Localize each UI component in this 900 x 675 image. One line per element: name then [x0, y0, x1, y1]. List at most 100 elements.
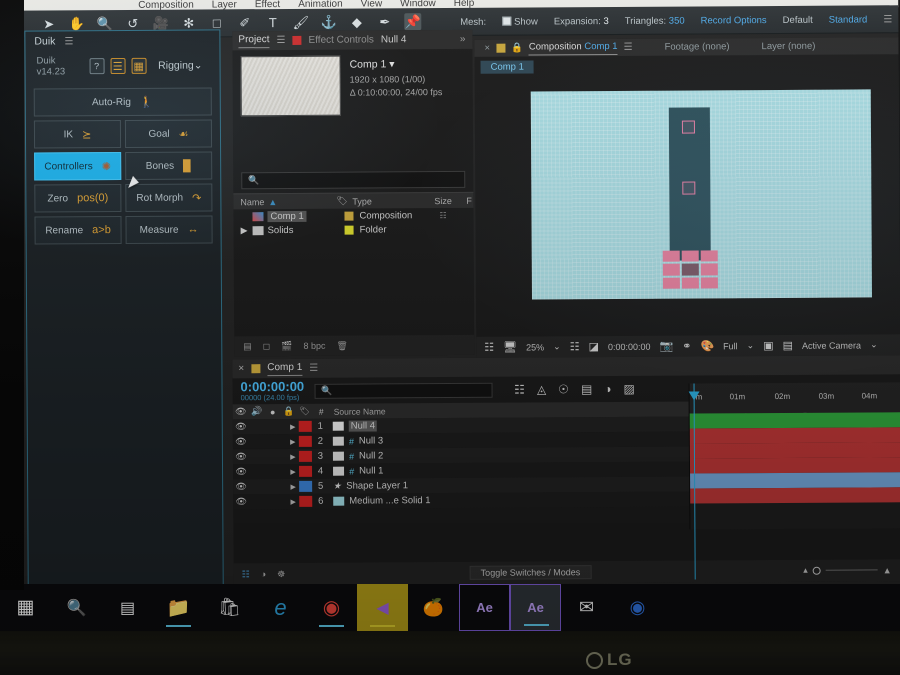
duik-rename-button[interactable]: Rename a>b — [34, 216, 122, 245]
project-row-comp1[interactable]: Comp 1 Composition ☷ — [233, 208, 473, 223]
chrome-icon[interactable]: ◉ — [306, 584, 357, 631]
transparency-grid-icon[interactable]: ▣ — [763, 339, 773, 352]
duik-rotmorph-button[interactable]: Rot Morph ↷ — [125, 183, 213, 212]
close-tab-icon[interactable]: × — [484, 43, 490, 54]
monitor-icon[interactable]: 🖥 — [503, 341, 517, 354]
channel-icon[interactable]: 🎨 — [700, 339, 714, 352]
graph-editor-icon[interactable]: ▨ — [623, 382, 634, 396]
duik-ik-button[interactable]: IK ⪰ — [33, 120, 122, 149]
layer-name[interactable]: Null 3 — [359, 435, 383, 446]
tab-effect-controls[interactable]: Effect Controls — [308, 34, 373, 45]
camera-view-value[interactable]: Active Camera — [802, 340, 861, 350]
layer-label-color[interactable] — [299, 465, 313, 477]
duik-autorig-button[interactable]: Auto-Rig 🚶 — [33, 87, 212, 117]
layer-visibility-toggle[interactable]: 👁 — [233, 481, 249, 492]
file-explorer-icon[interactable]: 📁 — [153, 584, 204, 631]
show-mesh-checkbox[interactable]: Show — [502, 16, 538, 27]
after-effects-icon[interactable]: Ae — [459, 584, 510, 631]
zoom-slider-track[interactable] — [825, 569, 878, 571]
project-search-input[interactable]: 🔍 — [241, 170, 466, 190]
expand-layer-arrow[interactable]: ▶ — [287, 437, 299, 445]
chevron-down-icon[interactable]: ⌄ — [553, 341, 561, 352]
layer-name[interactable]: Null 2 — [359, 450, 383, 461]
layer-visibility-toggle[interactable]: 👁 — [233, 496, 249, 507]
task-view-icon[interactable]: ▤ — [102, 584, 153, 631]
puppet-pin-tool-icon[interactable]: ✒ — [376, 13, 393, 30]
column-name[interactable]: Name ▲ — [233, 196, 329, 207]
column-size[interactable]: Size — [427, 195, 459, 205]
shape-layer-rectangle[interactable] — [668, 107, 711, 261]
show-snapshot-icon[interactable]: ⚭ — [682, 340, 691, 353]
close-tab-icon[interactable]: × — [238, 363, 244, 374]
layer-bar-6[interactable] — [690, 487, 900, 504]
composition-mini-flowchart-icon[interactable]: ☷ — [514, 383, 525, 397]
toggle-switches-modes-button[interactable]: Toggle Switches / Modes — [469, 565, 592, 580]
column-type[interactable]: Type — [345, 196, 427, 207]
layer-label-color[interactable] — [299, 480, 313, 492]
zoom-out-icon[interactable]: ▴ — [803, 565, 808, 576]
3d-view-icon[interactable]: ▤ — [783, 339, 793, 352]
timeline-ruler[interactable]: m 01m 02m 03m 04m — [688, 382, 900, 580]
eraser-tool-icon[interactable]: ◆ — [348, 14, 365, 31]
layer-bar-5[interactable] — [690, 472, 900, 489]
grid-guides-icon[interactable]: ☷ — [570, 340, 580, 353]
workspace-menu-icon[interactable]: ☰ — [883, 14, 892, 25]
expand-layer-arrow[interactable]: ▶ — [287, 467, 299, 475]
composition-menu-icon[interactable]: ☰ — [624, 42, 633, 53]
chevron-down-icon[interactable]: ⌄ — [747, 340, 755, 351]
layer-visibility-toggle[interactable]: 👁 — [233, 466, 249, 477]
tab-project[interactable]: Project — [238, 33, 270, 48]
layer-bar-4[interactable] — [689, 457, 900, 474]
duik-mode-dropdown[interactable]: Rigging ⌄ — [158, 59, 210, 72]
layer-bar-2[interactable] — [689, 427, 900, 444]
mail-icon[interactable]: ✉ — [561, 584, 612, 631]
column-f[interactable]: F — [459, 195, 472, 205]
hide-shy-layers-icon[interactable]: ☉ — [558, 382, 569, 396]
current-time-value[interactable]: 0:00:00:00 — [608, 341, 651, 351]
duik-goal-button[interactable]: Goal ☙ — [124, 119, 213, 148]
tab-timeline-comp1[interactable]: Comp 1 — [267, 361, 303, 376]
null-controller-middle[interactable] — [682, 181, 696, 195]
media-player-icon[interactable]: ◀ — [357, 584, 408, 631]
expand-layer-arrow[interactable]: ▶ — [287, 422, 299, 430]
brush-tool-icon[interactable]: 🖌 — [292, 14, 309, 31]
duik-controllers-button[interactable]: Controllers ✺ — [34, 152, 122, 181]
bit-depth-label[interactable]: 8 bpc — [303, 341, 325, 351]
layer-label-color[interactable] — [298, 420, 312, 432]
clone-stamp-tool-icon[interactable]: ⚓ — [320, 14, 337, 31]
duik-grid-view-icon[interactable]: ▦ — [131, 57, 147, 74]
search-icon[interactable]: 🔍 — [51, 584, 102, 631]
controller-anchor-grid[interactable] — [662, 250, 718, 289]
delete-icon[interactable]: 🗑 — [336, 340, 348, 351]
after-effects-active-icon[interactable]: Ae — [510, 584, 561, 631]
project-menu-icon[interactable]: ☰ — [277, 35, 286, 46]
layer-label-color[interactable] — [299, 495, 313, 507]
chevron-down-icon[interactable]: ▾ — [389, 58, 394, 70]
duik-bones-button[interactable]: Bones ▉ — [125, 151, 213, 180]
new-folder-icon[interactable]: ◻ — [263, 341, 271, 352]
layer-label-color[interactable] — [298, 435, 312, 447]
tab-footage[interactable]: Footage (none) — [665, 41, 730, 52]
layer-visibility-toggle[interactable]: 👁 — [233, 451, 249, 462]
duik-list-view-icon[interactable]: ☰ — [110, 57, 126, 75]
region-of-interest-icon[interactable]: ◪ — [589, 340, 599, 353]
chevron-down-icon[interactable]: ⌄ — [870, 339, 878, 350]
timeline-menu-icon[interactable]: ☰ — [309, 363, 318, 374]
layer-name[interactable]: Medium ...e Solid 1 — [349, 495, 430, 506]
frame-blend-icon[interactable]: ◑ — [604, 382, 611, 396]
orb-app-icon[interactable]: ◉ — [612, 584, 663, 631]
pin-tool-icon[interactable]: 📌 — [404, 13, 422, 31]
always-preview-icon[interactable]: ☷ — [484, 341, 494, 354]
duik-measure-button[interactable]: Measure ↔ — [125, 215, 213, 244]
zoom-in-icon[interactable]: ▲ — [883, 565, 892, 575]
expansion-field[interactable]: Expansion: 3 — [554, 16, 609, 27]
project-row-solids[interactable]: ▶ Solids Folder — [234, 222, 474, 237]
motion-blur-footer-icon[interactable]: ☸ — [277, 569, 285, 580]
layer-bar-1[interactable] — [689, 412, 900, 429]
expand-layer-arrow[interactable]: ▶ — [287, 482, 299, 490]
snapshot-icon[interactable]: 📷 — [659, 340, 673, 353]
resolution-value[interactable]: Full — [723, 341, 738, 351]
new-comp-icon[interactable]: ▤ — [243, 341, 252, 352]
layer-label-color[interactable] — [298, 450, 312, 462]
expand-arrow[interactable]: ▶ — [236, 225, 253, 236]
